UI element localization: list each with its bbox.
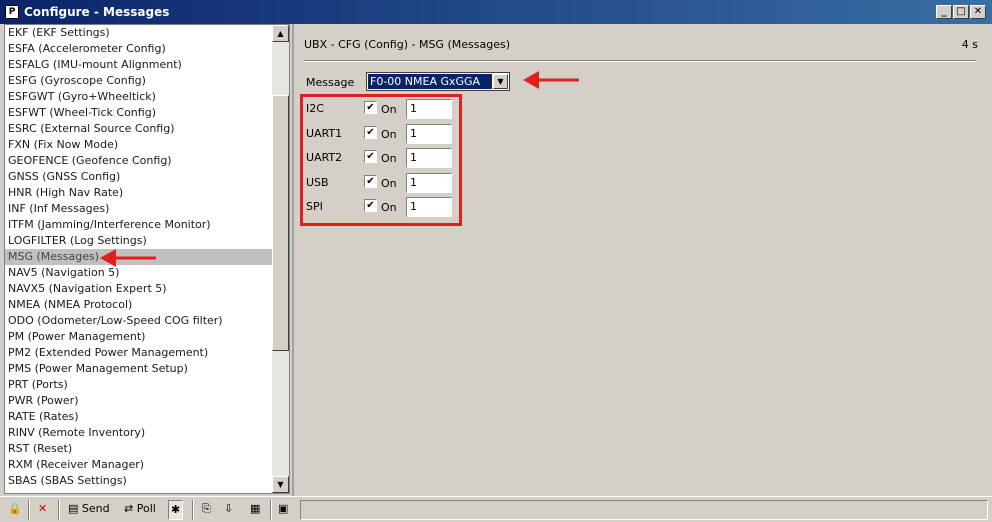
lock-icon[interactable]: 🔒 [6, 500, 24, 520]
port-enable-checkbox[interactable]: ✔ [364, 101, 377, 114]
port-name: UART1 [306, 126, 343, 140]
port-rate-input[interactable]: 1 [406, 123, 452, 144]
config-list-item[interactable]: PM2 (Extended Power Management) [5, 345, 273, 361]
port-enable-checkbox[interactable]: ✔ [364, 125, 377, 139]
config-list-item[interactable]: PM (Power Management) [5, 329, 273, 345]
config-list-item[interactable]: PRT (Ports) [5, 377, 273, 393]
export-icon[interactable]: ▣ [276, 500, 290, 520]
app-icon: P [5, 5, 19, 19]
toolbar-separator [58, 500, 60, 520]
port-name: UART2 [306, 151, 343, 164]
scroll-down-arrow-icon[interactable]: ▼ [272, 476, 289, 493]
message-label: Message [306, 76, 355, 89]
send-icon: ▤ [68, 502, 79, 515]
on-label: On [381, 127, 397, 141]
window-title: Configure - Messages [24, 5, 170, 19]
poll-icon: ⇄ [124, 502, 134, 515]
config-list-item[interactable]: RINV (Remote Inventory) [5, 425, 273, 441]
annotation-arrow-list [100, 249, 156, 267]
config-list-item[interactable]: NMEA (NMEA Protocol) [5, 297, 273, 313]
message-dropdown-value[interactable]: F0-00 NMEA GxGGA [367, 73, 493, 90]
bottom-toolbar: 🔒 ✕ ▤ Send ⇄ Poll ✱ ⎘ ⇩ ▦ ▣ [0, 496, 992, 522]
port-rate-input[interactable]: 1 [406, 172, 452, 193]
port-enable-checkbox[interactable]: ✔ [364, 150, 377, 163]
title-bar: P Configure - Messages _ □ ✕ [0, 0, 992, 24]
panel-title: UBX - CFG (Config) - MSG (Messages) [304, 38, 510, 51]
header-divider [304, 60, 976, 62]
config-list-item[interactable]: RST (Reset) [5, 441, 273, 457]
config-list-item[interactable]: GNSS (GNSS Config) [5, 169, 273, 185]
paste-icon[interactable]: ⇩ [222, 500, 235, 520]
close-button[interactable]: ✕ [970, 5, 986, 19]
port-name: SPI [306, 200, 323, 213]
minimize-button[interactable]: _ [936, 5, 952, 19]
toolbar-separator [192, 500, 194, 520]
config-list-item[interactable]: RATE (Rates) [5, 409, 273, 425]
config-list-item[interactable]: ESFGWT (Gyro+Wheeltick) [5, 89, 273, 105]
list-vertical-scrollbar[interactable]: ▲ ▼ [272, 25, 289, 493]
config-list-item[interactable]: ESRC (External Source Config) [5, 121, 273, 137]
message-dropdown[interactable]: F0-00 NMEA GxGGA ▼ [366, 72, 510, 91]
copy-icon[interactable]: ⎘ [200, 500, 213, 520]
config-list-item[interactable]: ESFG (Gyroscope Config) [5, 73, 273, 89]
scroll-up-arrow-icon[interactable]: ▲ [272, 25, 289, 42]
config-list-item[interactable]: PMS (Power Management Setup) [5, 361, 273, 377]
on-label: On [381, 103, 397, 116]
config-list-item[interactable]: EKF (EKF Settings) [5, 25, 273, 41]
config-list-item[interactable]: HNR (High Nav Rate) [5, 185, 273, 201]
poll-button[interactable]: ⇄ Poll [122, 500, 158, 520]
config-list-item[interactable]: SBAS (SBAS Settings) [5, 473, 273, 489]
on-label: On [381, 201, 397, 214]
config-list-item[interactable]: PWR (Power) [5, 393, 273, 409]
port-name: USB [306, 175, 329, 189]
toolbar-separator [270, 500, 272, 520]
config-list-item[interactable]: RXM (Receiver Manager) [5, 457, 273, 473]
maximize-button[interactable]: □ [953, 5, 969, 19]
port-rate-input[interactable]: 1 [406, 99, 452, 119]
on-label: On [381, 152, 397, 165]
annotation-arrow-dropdown [523, 71, 579, 89]
config-list-item[interactable]: INF (Inf Messages) [5, 201, 273, 217]
cancel-icon[interactable]: ✕ [36, 500, 49, 520]
message-config-panel: UBX - CFG (Config) - MSG (Messages) 4 s … [296, 24, 988, 494]
config-list-item[interactable]: ESFA (Accelerometer Config) [5, 41, 273, 57]
toolbar-separator [28, 500, 30, 520]
config-list-item[interactable]: ESFWT (Wheel-Tick Config) [5, 105, 273, 121]
list-icon[interactable]: ▦ [248, 500, 262, 520]
on-label: On [381, 176, 397, 190]
status-field [300, 500, 988, 520]
send-button[interactable]: ▤ Send [66, 500, 112, 520]
config-list-item[interactable]: GEOFENCE (Geofence Config) [5, 153, 273, 169]
port-name: I2C [306, 102, 324, 115]
port-enable-checkbox[interactable]: ✔ [364, 174, 377, 188]
config-list-item[interactable]: ITFM (Jamming/Interference Monitor) [5, 217, 273, 233]
config-list-item[interactable]: FXN (Fix Now Mode) [5, 137, 273, 153]
config-list-item[interactable]: NAVX5 (Navigation Expert 5) [5, 281, 273, 297]
chevron-down-icon[interactable]: ▼ [493, 74, 508, 89]
poll-button-label: Poll [136, 502, 156, 515]
send-button-label: Send [81, 502, 110, 515]
port-enable-checkbox[interactable]: ✔ [364, 199, 377, 212]
port-rate-input[interactable]: 1 [406, 148, 452, 168]
panel-time: 4 s [961, 38, 978, 51]
config-list-item[interactable]: ESFALG (IMU-mount Alignment) [5, 57, 273, 73]
panel-splitter[interactable] [292, 24, 294, 496]
pin-icon[interactable]: ✱ [168, 500, 184, 520]
port-rate-input[interactable]: 1 [406, 197, 452, 217]
config-list-item[interactable]: ODO (Odometer/Low-Speed COG filter) [5, 313, 273, 329]
scroll-thumb[interactable] [272, 95, 289, 351]
